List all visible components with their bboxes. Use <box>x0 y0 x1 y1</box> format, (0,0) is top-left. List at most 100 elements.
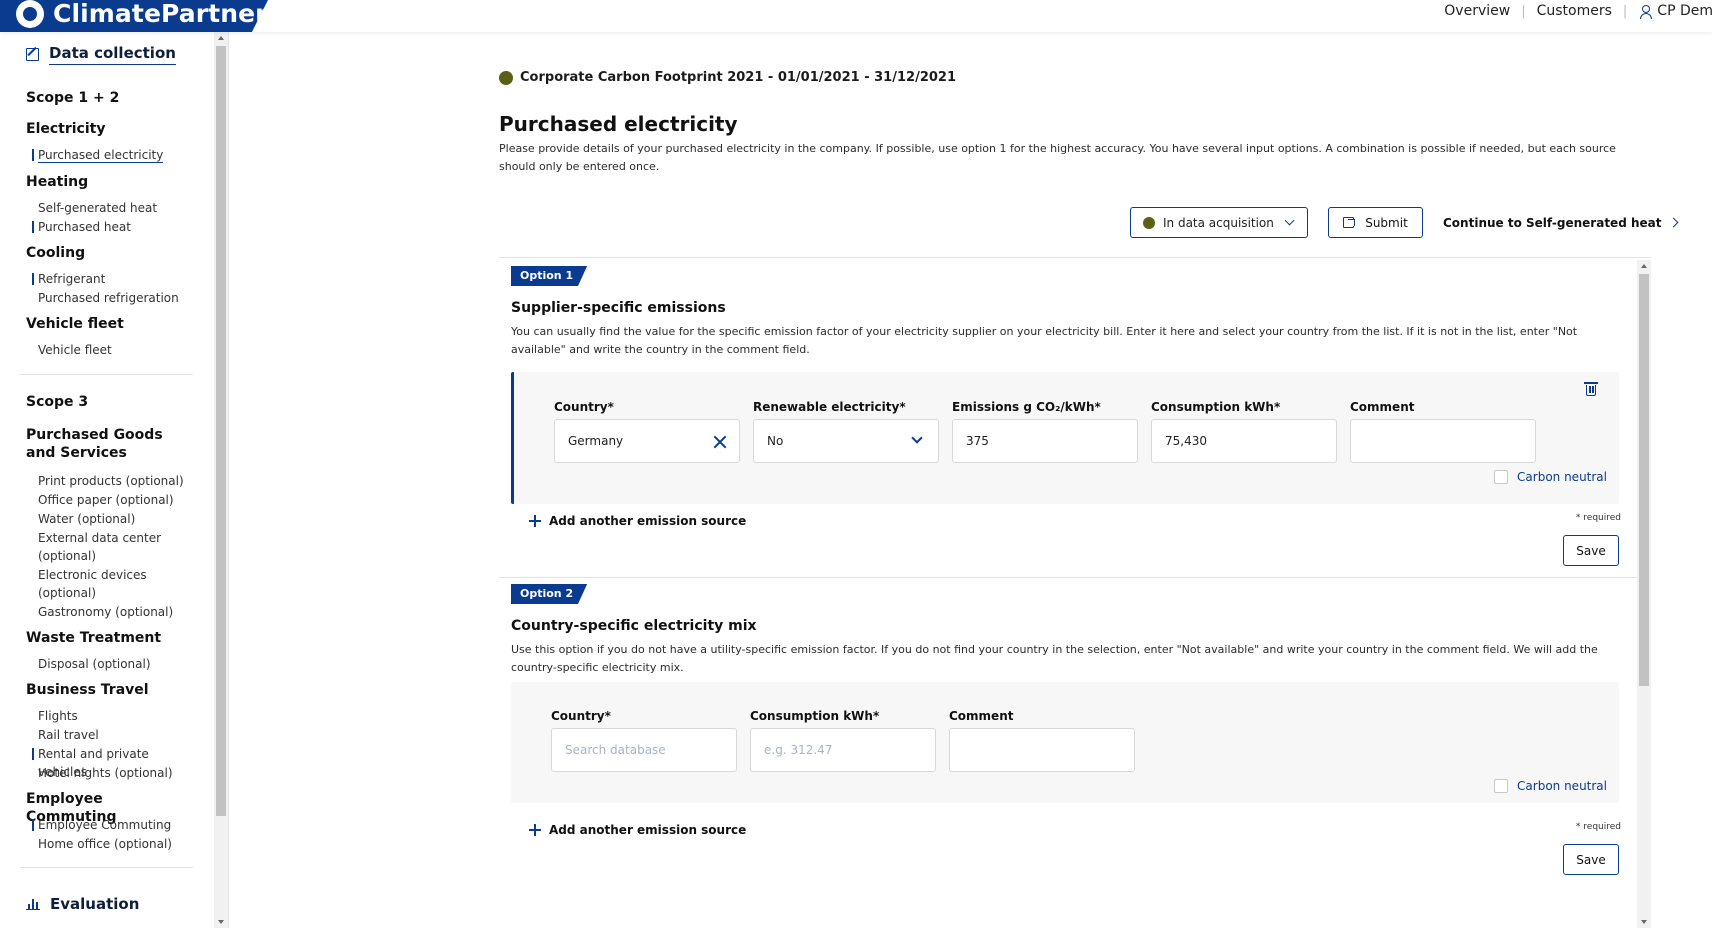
status-label: In data acquisition <box>1163 215 1274 230</box>
sidebar-item-employee-commuting[interactable]: Employee Commuting <box>32 816 198 834</box>
country-label: Country* <box>551 709 611 723</box>
option-divider <box>499 577 1637 578</box>
comment-input[interactable] <box>949 728 1135 772</box>
required-note: * required <box>1575 513 1621 523</box>
user-name: CP Dem <box>1657 3 1713 19</box>
emissions-value: 375 <box>966 434 989 448</box>
sidebar-item-self-generated-heat[interactable]: Self-generated heat <box>38 199 198 217</box>
option-1-title: Supplier-specific emissions <box>511 300 726 316</box>
sidebar-group-cooling[interactable]: Cooling <box>26 244 196 262</box>
add-emission-source-button[interactable]: Add another emission source <box>529 823 746 837</box>
status-dot-icon <box>1143 216 1155 229</box>
sidebar-item-electronic-devices[interactable]: Electronic devices (optional) <box>38 566 168 602</box>
evaluation-label: Evaluation <box>50 895 140 913</box>
consumption-input[interactable]: e.g. 312.47 <box>750 728 936 772</box>
nav-customers[interactable]: Customers <box>1526 3 1623 19</box>
save-button[interactable]: Save <box>1563 535 1619 566</box>
nav-overview[interactable]: Overview <box>1433 3 1521 19</box>
sidebar-item-rail-travel[interactable]: Rail travel <box>38 726 198 744</box>
option-2-entry-card: Country* Consumption kWh* Comment Search… <box>511 682 1619 803</box>
sidebar-item-print-products[interactable]: Print products (optional) <box>38 472 198 490</box>
option-1-badge: Option 1 <box>511 266 588 286</box>
consumption-label: Consumption kWh* <box>1151 400 1281 414</box>
checkbox-icon <box>1494 779 1509 793</box>
sidebar-group-goods-services[interactable]: Purchased Goods and Services <box>26 426 196 462</box>
scroll-up-icon <box>1641 264 1647 268</box>
carbon-neutral-checkbox[interactable]: Carbon neutral <box>1494 470 1607 484</box>
sidebar-item-external-data-center[interactable]: External data center (optional) <box>38 529 168 565</box>
continue-link[interactable]: Continue to Self-generated heat <box>1443 207 1679 238</box>
comment-input[interactable] <box>1350 419 1536 463</box>
add-emission-source-button[interactable]: Add another emission source <box>529 514 746 528</box>
carbon-neutral-checkbox[interactable]: Carbon neutral <box>1494 779 1607 793</box>
status-dot-icon <box>499 70 513 85</box>
country-label: Country* <box>554 400 614 414</box>
user-icon <box>1639 4 1653 19</box>
submit-button[interactable]: Submit <box>1328 207 1423 238</box>
edit-icon <box>26 48 39 61</box>
content-divider <box>499 257 1651 258</box>
scrollbar-thumb[interactable] <box>216 46 226 816</box>
trash-icon[interactable] <box>1584 382 1598 396</box>
sidebar-item-vehicle-fleet[interactable]: Vehicle fleet <box>38 341 198 359</box>
sidebar-item-purchased-refrigeration[interactable]: Purchased refrigeration <box>38 289 198 307</box>
sidebar-data-collection[interactable]: Data collection <box>26 44 176 65</box>
sidebar-group-business-travel[interactable]: Business Travel <box>26 681 196 699</box>
sidebar-divider <box>20 867 193 868</box>
sidebar-item-refrigerant[interactable]: Refrigerant <box>32 270 198 288</box>
sidebar-group-heating[interactable]: Heating <box>26 173 196 191</box>
sidebar-group-waste-treatment[interactable]: Waste Treatment <box>26 629 196 647</box>
sidebar-scope-3: Scope 3 <box>26 394 89 410</box>
sidebar-scope-1-2: Scope 1 + 2 <box>26 90 120 106</box>
country-value: Germany <box>568 434 624 448</box>
scroll-down-icon <box>1641 920 1647 924</box>
clear-icon[interactable] <box>713 435 727 449</box>
comment-label: Comment <box>949 709 1014 723</box>
country-search-input[interactable]: Search database <box>551 728 737 772</box>
country-placeholder: Search database <box>565 743 666 757</box>
scroll-down-icon <box>218 920 224 924</box>
required-note: * required <box>1575 822 1621 832</box>
content-scrollbar[interactable] <box>1637 260 1651 928</box>
sidebar-item-purchased-heat[interactable]: Purchased heat <box>32 218 198 236</box>
sidebar-group-vehicle-fleet[interactable]: Vehicle fleet <box>26 315 196 333</box>
sidebar-item-office-paper[interactable]: Office paper (optional) <box>38 491 198 509</box>
renewable-value: No <box>767 434 784 448</box>
emissions-label: Emissions g CO₂/kWh* <box>952 400 1101 414</box>
sidebar-divider <box>20 374 193 375</box>
footprint-line: Corporate Carbon Footprint 2021 - 01/01/… <box>499 70 956 85</box>
renewable-select[interactable]: No <box>753 419 939 463</box>
status-dropdown[interactable]: In data acquisition <box>1130 207 1308 238</box>
consumption-input[interactable]: 75,430 <box>1151 419 1337 463</box>
top-bar: ClimatePartner Overview | Customers | CP… <box>0 0 1713 32</box>
consumption-value: 75,430 <box>1165 434 1207 448</box>
bar-chart-icon <box>26 898 40 910</box>
scrollbar-thumb[interactable] <box>1639 274 1649 686</box>
sidebar-item-water[interactable]: Water (optional) <box>38 510 198 528</box>
consumption-label: Consumption kWh* <box>750 709 880 723</box>
sidebar-item-flights[interactable]: Flights <box>38 707 198 725</box>
renewable-label: Renewable electricity* <box>753 400 906 414</box>
user-menu[interactable]: CP Dem <box>1627 3 1713 19</box>
sidebar-item-gastronomy[interactable]: Gastronomy (optional) <box>38 603 198 621</box>
page-description: Please provide details of your purchased… <box>499 142 1616 173</box>
emissions-input[interactable]: 375 <box>952 419 1138 463</box>
sidebar-item-home-office[interactable]: Home office (optional) <box>38 835 198 853</box>
save-button[interactable]: Save <box>1563 844 1619 875</box>
sidebar-evaluation[interactable]: Evaluation <box>26 895 139 913</box>
logo-icon <box>16 0 44 28</box>
chevron-right-icon <box>1669 217 1679 228</box>
option-1-description: You can usually find the value for the s… <box>511 325 1578 356</box>
country-select[interactable]: Germany <box>554 419 740 463</box>
submit-icon <box>1343 217 1356 228</box>
sidebar-item-disposal[interactable]: Disposal (optional) <box>38 655 198 673</box>
sidebar-scrollbar[interactable] <box>214 32 228 928</box>
brand-logo[interactable]: ClimatePartner <box>0 0 268 32</box>
scroll-up-icon <box>218 36 224 40</box>
checkbox-icon <box>1494 470 1509 484</box>
sidebar-item-hotel-nights[interactable]: Hotel nights (optional) <box>38 764 198 782</box>
chevron-down-icon <box>1284 215 1295 226</box>
sidebar-item-purchased-electricity[interactable]: Purchased electricity <box>32 146 198 164</box>
plus-icon <box>529 515 541 527</box>
sidebar-group-electricity[interactable]: Electricity <box>26 120 196 138</box>
